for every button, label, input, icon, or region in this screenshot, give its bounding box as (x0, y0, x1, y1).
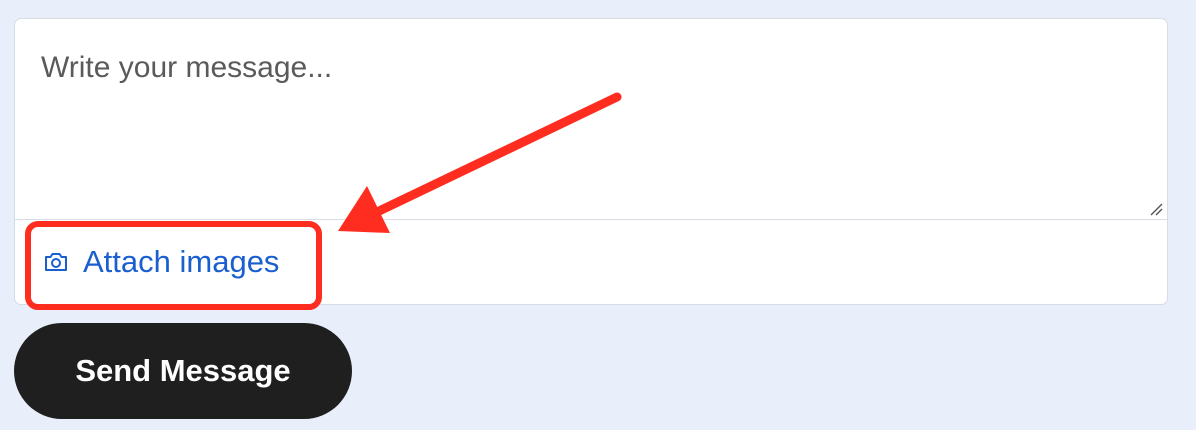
attach-images-label: Attach images (83, 244, 280, 279)
page: Attach images Send Message (0, 0, 1196, 430)
message-composer: Attach images (14, 18, 1168, 305)
message-area (15, 19, 1167, 220)
attach-images-link[interactable]: Attach images (43, 244, 279, 280)
resize-grip-icon[interactable] (1149, 202, 1163, 216)
send-message-button[interactable]: Send Message (14, 323, 352, 419)
attach-row: Attach images (15, 220, 1167, 304)
message-input[interactable] (15, 19, 1167, 219)
camera-icon (45, 253, 67, 271)
